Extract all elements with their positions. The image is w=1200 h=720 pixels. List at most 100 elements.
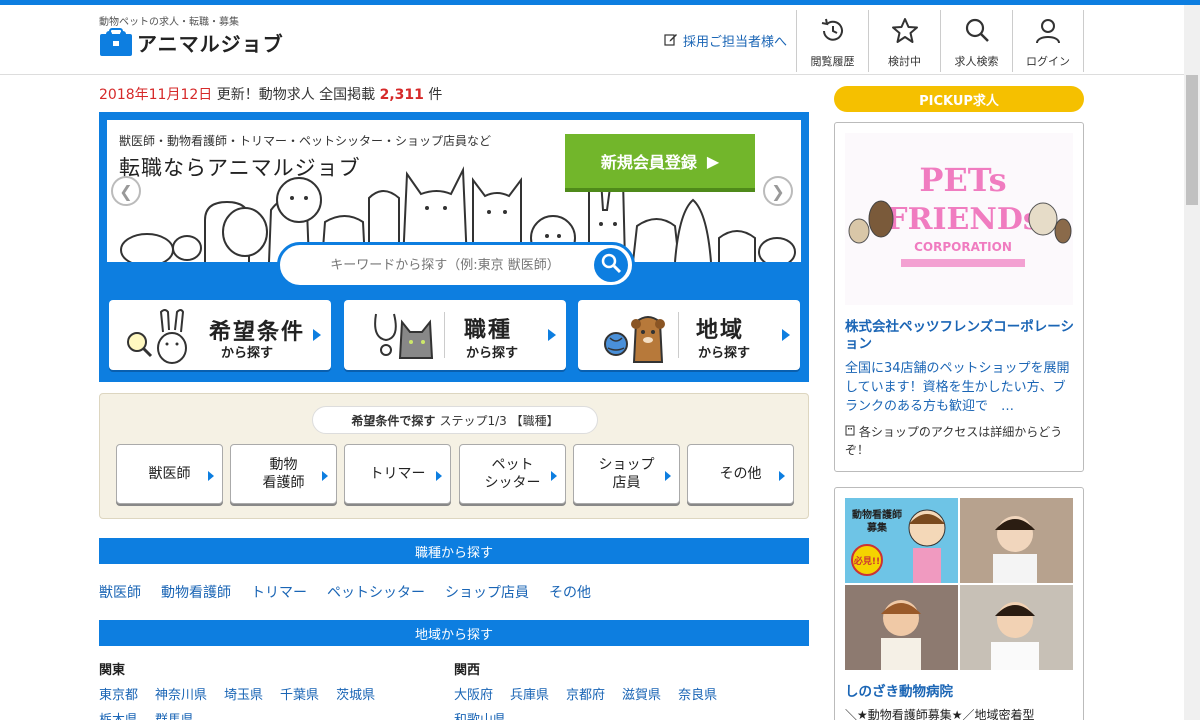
building-icon — [845, 425, 859, 439]
card-divider — [678, 312, 679, 358]
region-link[interactable]: 茨城県 — [336, 684, 375, 703]
logo-line1: PETs — [919, 161, 1006, 199]
scrollbar-thumb[interactable] — [1186, 75, 1198, 205]
hero-banner[interactable]: 獣医師・動物看護師・トリマー・ペットシッター・ショップ店員など 転職ならアニマル… — [107, 120, 801, 262]
step-option-line2: 看護師 — [262, 475, 305, 491]
site-logo[interactable]: アニマルジョブ — [99, 27, 284, 57]
region-link[interactable]: 奈良県 — [678, 684, 717, 703]
register-button[interactable]: 新規会員登録 ▶ — [565, 134, 755, 192]
cat-stethoscope-icon — [370, 308, 434, 368]
region-link[interactable]: 大阪府 — [454, 684, 493, 703]
nav-login[interactable]: ログイン — [1012, 10, 1084, 72]
region-link[interactable]: 東京都 — [99, 684, 138, 703]
job-count: 2,311 — [379, 87, 424, 103]
search-by-region-card[interactable]: 地域 から探す — [578, 300, 800, 370]
shinozaki-photo-collage: 動物看護師 募集 必見!! — [845, 498, 1073, 670]
region-link[interactable]: 京都府 — [566, 684, 605, 703]
hero-subtitle: 獣医師・動物看護師・トリマー・ペットシッター・ショップ店員など — [119, 134, 492, 148]
step-option-line1: 動物 — [269, 457, 298, 473]
register-button-label: 新規会員登録 — [600, 153, 697, 172]
pickup-card-pets-friends[interactable]: PETs FRIENDs CORPORATION 株式会社ペッツフレンズコーポレ… — [834, 122, 1084, 472]
region-link[interactable]: 群馬県 — [155, 709, 194, 720]
region-link[interactable]: 滋賀県 — [622, 684, 661, 703]
step-option-pet-sitter[interactable]: ペット シッター — [459, 444, 566, 504]
update-info: 2018年11月12日 更新！動物求人 全国掲載 2,311 件 — [99, 84, 442, 104]
job-link[interactable]: トリマー — [251, 582, 307, 602]
region-link[interactable]: 兵庫県 — [510, 684, 549, 703]
pickup-heading: PICKUP求人 — [834, 86, 1084, 112]
pickup-description[interactable]: 全国に34店舗のペットショップを展開しています！資格を生かしたい方、ブランクのあ… — [845, 359, 1075, 416]
pets-friends-logo-image: PETs FRIENDs CORPORATION — [845, 133, 1073, 305]
search-submit-button[interactable] — [594, 248, 628, 282]
step-indicator: 希望条件で探す ステップ1/3 【職種】 — [312, 406, 598, 434]
step-option-other[interactable]: その他 — [687, 444, 794, 504]
search-by-region-sub: から探す — [698, 346, 751, 361]
badge-line1: 動物看護師 — [852, 508, 902, 521]
briefcase-logo-icon — [99, 27, 133, 57]
site-tagline: 動物ペットの求人・転職・募集 — [99, 17, 239, 28]
step-option-line1: ショップ — [598, 457, 655, 473]
step-option-shop-staff[interactable]: ショップ 店員 — [573, 444, 680, 504]
step-option-vet[interactable]: 獣医師 — [116, 444, 223, 504]
pickup-note-text: 各ショップのアクセスは詳細からどうぞ！ — [845, 425, 1063, 457]
step-option-label: 動物 看護師 — [263, 456, 305, 492]
logo-text: アニマルジョブ — [137, 31, 284, 56]
card-divider — [444, 312, 445, 358]
pickup-company-name[interactable]: しのざき動物病院 — [845, 684, 1075, 701]
recruiter-link[interactable]: 採用ご担当者様へ — [664, 31, 787, 50]
region-link[interactable]: 神奈川県 — [155, 684, 207, 703]
job-section-header: 職種から探す — [99, 538, 809, 564]
nav-history[interactable]: 閲覧履歴 — [796, 10, 868, 72]
job-links: 獣医師 動物看護師 トリマー ペットシッター ショップ店員 その他 — [99, 582, 591, 602]
logo-line3: CORPORATION — [914, 240, 1012, 254]
step-option-label: ショップ 店員 — [599, 456, 655, 492]
job-link[interactable]: 獣医師 — [99, 582, 141, 602]
step-option-label: ペット シッター — [485, 456, 541, 492]
region-link[interactable]: 和歌山県 — [454, 709, 506, 720]
region-link[interactable]: 千葉県 — [280, 684, 319, 703]
keyword-search-input[interactable] — [300, 253, 590, 277]
pickup-card-shinozaki[interactable]: 動物看護師 募集 必見!! しのざき動物病院 ＼★動物看護師募集★／地域密着型 — [834, 487, 1084, 720]
step-option-line2: シッター — [484, 475, 541, 491]
badge-line3: 必見!! — [853, 555, 880, 567]
step-option-label: その他 — [719, 466, 762, 482]
region-kanto-links: 東京都 神奈川県 埼玉県 千葉県 茨城県 — [99, 684, 375, 703]
region-link[interactable]: 埼玉県 — [224, 684, 263, 703]
step-option-label: トリマー — [369, 466, 426, 482]
pickup-note: 各ショップのアクセスは詳細からどうぞ！ — [845, 423, 1075, 459]
step-progress: ステップ1/3 【職種】 — [439, 413, 559, 428]
pickup-company-name[interactable]: 株式会社ペッツフレンズコーポレーション — [845, 319, 1075, 353]
triangle-right-icon — [782, 329, 790, 341]
job-link[interactable]: その他 — [549, 582, 591, 602]
condition-search-step: 希望条件で探す ステップ1/3 【職種】 獣医師 動物看護師 トリマー ペットシ… — [99, 393, 809, 519]
search-by-conditions-card[interactable]: 希望条件 から探す — [109, 300, 331, 370]
region-link[interactable]: 栃木県 — [99, 709, 138, 720]
search-by-job-title: 職種 — [464, 318, 513, 343]
nav-favorites[interactable]: 検討中 — [868, 10, 940, 72]
update-text: 更新！動物求人 全国掲載 — [216, 87, 376, 103]
step-option-trimmer[interactable]: トリマー — [344, 444, 451, 504]
step-label: 希望条件で探す — [351, 413, 436, 428]
nav-job-search[interactable]: 求人検索 — [940, 10, 1012, 72]
triangle-right-icon — [313, 329, 321, 341]
carousel-prev-button[interactable]: ❮ — [111, 176, 141, 206]
triangle-right-icon — [665, 471, 671, 481]
step-option-vet-nurse[interactable]: 動物 看護師 — [230, 444, 337, 504]
badge-line2: 募集 — [866, 521, 888, 534]
job-link[interactable]: 動物看護師 — [161, 582, 231, 602]
job-count-unit: 件 — [428, 87, 443, 103]
job-link[interactable]: ペットシッター — [327, 582, 425, 602]
search-by-region-title: 地域 — [696, 318, 745, 343]
search-by-job-card[interactable]: 職種 から探す — [344, 300, 566, 370]
job-link[interactable]: ショップ店員 — [445, 582, 529, 602]
step-option-line2: 店員 — [612, 475, 641, 491]
region-kansai-heading: 関西 — [454, 663, 481, 678]
pickup-description[interactable]: ＼★動物看護師募集★／地域密着型 — [845, 706, 1075, 720]
triangle-right-icon — [436, 471, 442, 481]
chevron-left-icon: ❮ — [119, 181, 133, 201]
chevron-right-icon: ▶ — [706, 151, 720, 171]
update-date: 2018年11月12日 — [99, 87, 213, 103]
carousel-next-button[interactable]: ❯ — [763, 176, 793, 206]
region-kanto-links-row2: 栃木県 群馬県 — [99, 709, 194, 720]
rabbit-magnifier-icon — [123, 308, 193, 368]
